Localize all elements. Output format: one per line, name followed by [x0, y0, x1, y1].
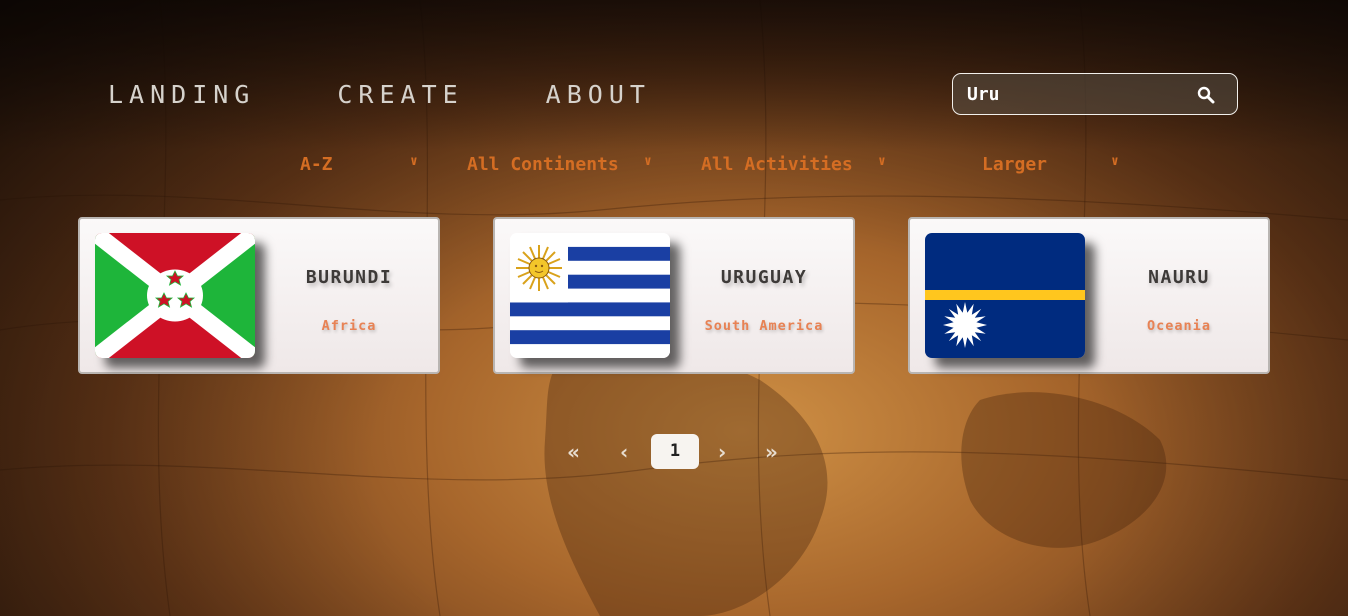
activity-select-value: All Activities	[701, 154, 853, 175]
country-card[interactable]: NAURU Oceania	[908, 217, 1270, 374]
nauru-flag	[925, 233, 1085, 358]
country-name: BURUNDI	[305, 267, 393, 288]
next-page-button[interactable]: ›	[718, 440, 726, 464]
chevron-down-icon: ∨	[410, 154, 418, 169]
country-card[interactable]: BURUNDI Africa	[78, 217, 440, 374]
continent-select-value: All Continents	[467, 154, 619, 175]
search-input[interactable]	[967, 82, 1187, 106]
current-page-button[interactable]: 1	[651, 434, 699, 469]
chevron-down-icon: ∨	[878, 154, 886, 169]
order-select-value: A-Z	[300, 154, 333, 175]
first-page-button[interactable]: «	[567, 440, 580, 464]
country-name: NAURU	[1148, 267, 1210, 288]
search-icon[interactable]	[1197, 86, 1215, 104]
continent-select[interactable]: All Continents ∨	[467, 154, 652, 175]
country-name: URUGUAY	[720, 267, 808, 288]
chevron-down-icon: ∨	[644, 154, 652, 169]
main-nav: LANDING CREATE ABOUT	[108, 80, 651, 109]
burundi-flag	[95, 233, 255, 358]
nav-link-landing[interactable]: LANDING	[108, 80, 255, 109]
country-continent: Oceania	[1147, 318, 1211, 334]
population-select-value: Larger	[982, 154, 1048, 175]
nav-link-create[interactable]: CREATE	[337, 80, 463, 109]
country-continent: Africa	[321, 318, 377, 334]
country-card[interactable]: URUGUAY South America	[493, 217, 855, 374]
last-page-button[interactable]: »	[765, 440, 778, 464]
uruguay-flag	[510, 233, 670, 358]
nav-link-about[interactable]: ABOUT	[546, 80, 651, 109]
prev-page-button[interactable]: ‹	[620, 440, 628, 464]
chevron-down-icon: ∨	[1111, 154, 1119, 169]
activity-select[interactable]: All Activities ∨	[701, 154, 886, 175]
population-select[interactable]: Larger ∨	[982, 154, 1119, 175]
search-box	[952, 73, 1238, 115]
filter-bar: A-Z ∨ All Continents ∨ All Activities ∨ …	[0, 154, 1348, 180]
country-continent: South America	[704, 318, 824, 334]
order-select[interactable]: A-Z ∨	[300, 154, 418, 175]
pagination: « ‹ 1 › »	[0, 434, 1348, 470]
